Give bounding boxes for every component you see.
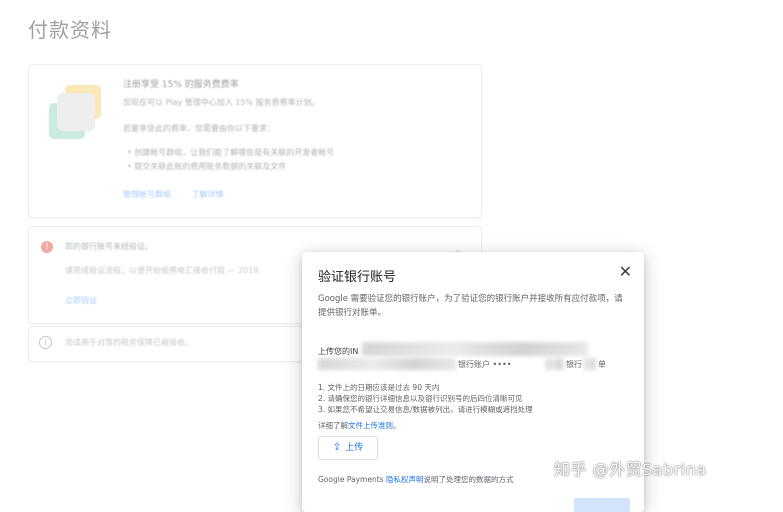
service-fee-bullet: • 提交关联此账的费用账务数据的关联及文件 (127, 162, 287, 171)
footer-prefix: Google Payments (318, 475, 386, 484)
upload-icon: ⇪ (332, 442, 342, 453)
dialog-action-button[interactable] (574, 498, 630, 512)
redacted-area (546, 358, 564, 370)
guidelines-suffix: 。 (393, 421, 401, 430)
bank-account-mask: 银行账户 •••• (458, 360, 512, 369)
close-icon[interactable]: ✕ (619, 262, 632, 281)
service-fee-card: 注册享受 15% 的服务费费率 您现在可以 Play 管理中心加入 15% 服务… (28, 64, 482, 218)
rule-item: 2. 请确保您的银行详细信息以及银行识别号的后四位清晰可见 (318, 394, 523, 403)
play-console-logo-icon (49, 85, 101, 139)
rule-item: 1. 文件上的日期应该是过去 90 天内 (318, 383, 440, 392)
verify-card-subtitle: 请完成验证流程，以便开始使用电汇接收付款 — 2019 (65, 266, 259, 275)
upload-guidelines-link[interactable]: 文件上传准则 (348, 421, 393, 430)
service-fee-line2: 若要享受此的费率，您需要由你以下要求： (123, 124, 275, 133)
service-fee-title: 注册享受 15% 的服务费费率 (123, 80, 239, 90)
manage-groups-link[interactable]: 管理帐号群组 (123, 190, 171, 199)
info-card-text: 您适用于对等的税务保障已被接收。 (65, 338, 193, 347)
guidelines-line: 详细了解文件上传准则。 (318, 420, 401, 431)
upload-instruction: 上传您的IN (318, 347, 359, 356)
bank-account-suffix: 银行 (566, 360, 582, 369)
dialog-description: Google 需要验证您的银行账户，为了验证您的银行账户并接收所有应付款项，请提… (318, 294, 623, 318)
redacted-area (362, 342, 588, 356)
redacted-area (318, 358, 456, 370)
footer-suffix: 说明了处理您的数据的方式 (423, 475, 514, 484)
warning-icon: ! (41, 241, 53, 253)
bullet-text: 创建帐号群组，让我们能了解哪些是有关联的开发者帐号 (134, 148, 335, 157)
upload-rules: 1. 文件上的日期应该是过去 90 天内 2. 请确保您的银行详细信息以及银行识… (318, 382, 533, 415)
rule-item: 3. 如果您不希望让交易信息/数据被列出，请进行模糊或遮挡处理 (318, 405, 533, 414)
page-title: 付款资料 (28, 18, 112, 42)
bullet-text: 提交关联此账的费用账务数据的关联及文件 (134, 162, 287, 171)
learn-more-link[interactable]: 了解详情 (192, 190, 224, 199)
verify-now-link[interactable]: 立即验证 (65, 295, 97, 306)
upload-button[interactable]: ⇪ 上传 (318, 436, 378, 460)
info-icon: i (39, 336, 52, 349)
dialog-title: 验证银行账号 (318, 270, 397, 285)
redacted-area (584, 358, 596, 370)
bank-account-suffix2: 单 (598, 360, 606, 369)
upload-button-label: 上传 (345, 443, 364, 453)
service-fee-line1: 您现在可以 Play 管理中心加入 15% 服务费费率计划。 (123, 98, 320, 107)
guidelines-prefix: 详细了解 (318, 421, 348, 430)
service-fee-links: 管理帐号群组 了解详情 (123, 189, 242, 200)
watermark: 知乎 @外贸Sabrina (554, 460, 707, 479)
privacy-footer: Google Payments 隐私权声明说明了处理您的数据的方式 (318, 474, 513, 485)
service-fee-bullet: • 创建帐号群组，让我们能了解哪些是有关联的开发者帐号 (127, 148, 335, 157)
privacy-link[interactable]: 隐私权声明 (386, 475, 424, 484)
verify-card-title: 您的银行账号未经验证。 (65, 242, 153, 251)
